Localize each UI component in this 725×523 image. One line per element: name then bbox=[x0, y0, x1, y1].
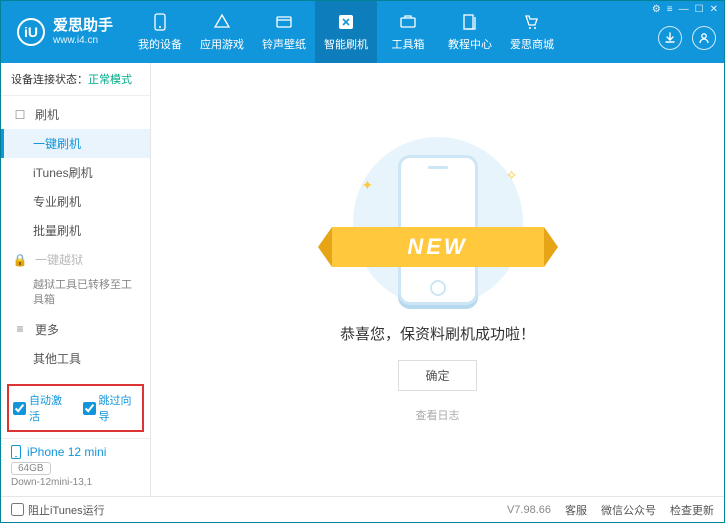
flash-options-box: 自动激活 跳过向导 bbox=[7, 384, 144, 432]
more-icon: ≡ bbox=[13, 322, 27, 336]
success-message: 恭喜您，保资料刷机成功啦！ bbox=[340, 323, 535, 344]
sidebar-item-2-0[interactable]: 其他工具 bbox=[1, 344, 150, 373]
sidebar-group-label: 刷机 bbox=[35, 106, 59, 123]
sidebar: 设备连接状态：正常模式 ☐ 刷机一键刷机iTunes刷机专业刷机批量刷机 🔒 一键越狱… bbox=[1, 63, 151, 496]
skip-guide-checkbox[interactable]: 跳过向导 bbox=[83, 392, 139, 424]
sidebar-list: ☐刷机一键刷机iTunes刷机专业刷机批量刷机🔒一键越狱越狱工具已转移至工具箱≡… bbox=[1, 96, 150, 378]
nav-item-3[interactable]: 智能刷机 bbox=[315, 1, 377, 63]
phone-icon bbox=[11, 445, 21, 459]
device-firmware: Down-12mini-13,1 bbox=[11, 477, 140, 488]
brand-logo-icon: iU bbox=[17, 18, 45, 46]
sidebar-item-0-0[interactable]: 一键刷机 bbox=[1, 129, 150, 158]
nav-item-4[interactable]: 工具箱 bbox=[377, 1, 439, 63]
sidebar-group-label: 一键越狱 bbox=[35, 251, 83, 268]
success-illustration: ✦ ✧ ✦ NEW bbox=[338, 137, 538, 307]
nav-item-2[interactable]: 铃声壁纸 bbox=[253, 1, 315, 63]
user-icon[interactable] bbox=[692, 26, 716, 50]
nav-icon bbox=[212, 12, 232, 32]
nav-label: 应用游戏 bbox=[200, 36, 244, 52]
nav-icon bbox=[274, 12, 294, 32]
app-header: ⚙ ≡ — ☐ ✕ iU 爱思助手 www.i4.cn 我的设备应用游戏铃声壁纸… bbox=[1, 1, 724, 63]
nav-item-5[interactable]: 教程中心 bbox=[439, 1, 501, 63]
header-right bbox=[658, 1, 716, 63]
auto-activate-checkbox[interactable]: 自动激活 bbox=[13, 392, 69, 424]
storage-badge: 64GB bbox=[11, 462, 51, 475]
device-name[interactable]: iPhone 12 mini bbox=[11, 445, 140, 459]
sidebar-item-0-1[interactable]: iTunes刷机 bbox=[1, 158, 150, 187]
check-update-link[interactable]: 检查更新 bbox=[670, 502, 714, 518]
customer-service-link[interactable]: 客服 bbox=[565, 502, 587, 518]
nav-icon bbox=[522, 12, 542, 32]
phone-icon: ☐ bbox=[13, 108, 27, 122]
device-info: iPhone 12 mini 64GB Down-12mini-13,1 bbox=[1, 438, 150, 496]
nav-icon bbox=[336, 12, 356, 32]
sidebar-note: 越狱工具已转移至工具箱 bbox=[1, 274, 150, 315]
sidebar-item-0-2[interactable]: 专业刷机 bbox=[1, 187, 150, 216]
nav-label: 教程中心 bbox=[448, 36, 492, 52]
block-itunes-checkbox[interactable]: 阻止iTunes运行 bbox=[11, 502, 105, 518]
nav-label: 智能刷机 bbox=[324, 36, 368, 52]
brand-title: 爱思助手 bbox=[53, 17, 113, 35]
nav-icon bbox=[150, 12, 170, 32]
sidebar-group-1: 🔒 一键越狱 bbox=[1, 245, 150, 274]
nav-item-0[interactable]: 我的设备 bbox=[129, 1, 191, 63]
nav-label: 爱思商城 bbox=[510, 36, 554, 52]
status-value: 正常模式 bbox=[88, 74, 132, 86]
nav-icon bbox=[398, 12, 418, 32]
nav-label: 我的设备 bbox=[138, 36, 182, 52]
sidebar-item-2-1[interactable]: 下载固件 bbox=[1, 373, 150, 378]
version-label: V7.98.66 bbox=[507, 504, 551, 516]
sidebar-group-label: 更多 bbox=[35, 321, 59, 338]
nav-item-6[interactable]: 爱思商城 bbox=[501, 1, 563, 63]
brand-url: www.i4.cn bbox=[53, 35, 113, 47]
wechat-link[interactable]: 微信公众号 bbox=[601, 502, 656, 518]
nav-label: 铃声壁纸 bbox=[262, 36, 306, 52]
brand: iU 爱思助手 www.i4.cn bbox=[1, 1, 129, 63]
footer: 阻止iTunes运行 V7.98.66 客服 微信公众号 检查更新 bbox=[1, 496, 724, 522]
sidebar-item-0-3[interactable]: 批量刷机 bbox=[1, 216, 150, 245]
ok-button[interactable]: 确定 bbox=[398, 360, 476, 391]
status-label: 设备连接状态： bbox=[11, 74, 88, 86]
sidebar-group-2[interactable]: ≡ 更多 bbox=[1, 315, 150, 344]
main-content: ✦ ✧ ✦ NEW 恭喜您，保资料刷机成功啦！ 确定 查看日志 bbox=[151, 63, 724, 496]
sparkle-icon: ✧ bbox=[506, 167, 518, 184]
new-banner: NEW bbox=[332, 227, 544, 267]
top-nav: 我的设备 应用游戏 铃声壁纸 智能刷机 工具箱 教程中心 爱思商城 bbox=[129, 1, 563, 63]
nav-label: 工具箱 bbox=[392, 36, 425, 52]
connection-status: 设备连接状态：正常模式 bbox=[1, 63, 150, 96]
nav-item-1[interactable]: 应用游戏 bbox=[191, 1, 253, 63]
view-log-link[interactable]: 查看日志 bbox=[416, 407, 460, 423]
lock-icon: 🔒 bbox=[13, 253, 27, 267]
nav-icon bbox=[460, 12, 480, 32]
sparkle-icon: ✦ bbox=[362, 177, 374, 194]
download-icon[interactable] bbox=[658, 26, 682, 50]
sidebar-group-0[interactable]: ☐ 刷机 bbox=[1, 100, 150, 129]
